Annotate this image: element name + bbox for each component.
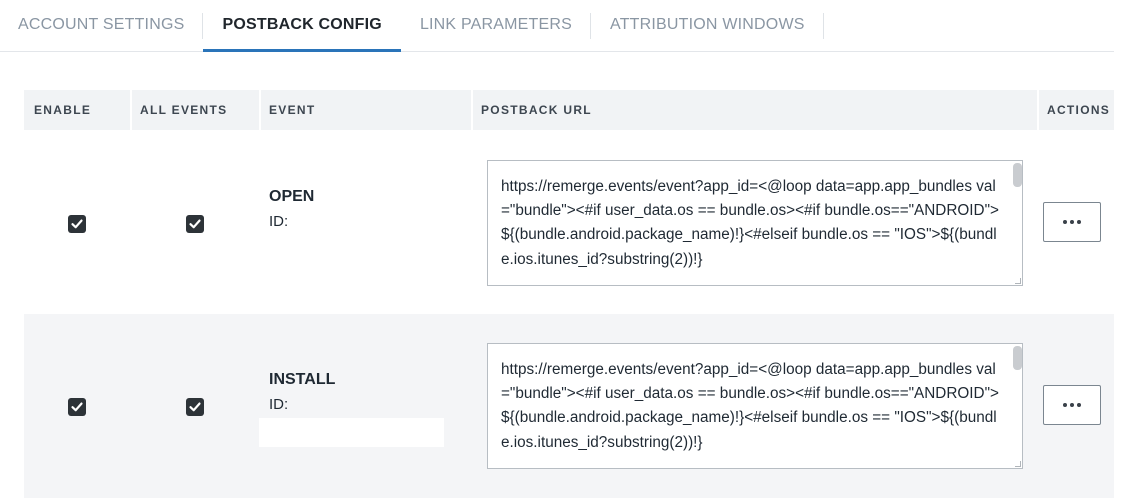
enable-cell	[24, 130, 130, 314]
postback-url-textarea[interactable]: https://remerge.events/event?app_id=<@lo…	[487, 343, 1023, 469]
enable-cell	[24, 314, 130, 498]
active-tab-indicator	[203, 49, 401, 52]
postback-url-textarea[interactable]: https://remerge.events/event?app_id=<@lo…	[487, 160, 1023, 286]
tab-link-parameters[interactable]: LINK PARAMETERS	[401, 0, 592, 52]
event-cell: OPEN ID:	[259, 130, 471, 314]
checkmark-icon	[189, 219, 201, 229]
postback-url-text: https://remerge.events/event?app_id=<@lo…	[501, 178, 999, 268]
tab-separator	[822, 13, 824, 39]
all-events-cell	[130, 130, 259, 314]
checkmark-icon	[71, 219, 83, 229]
table-row: OPEN ID: https://remerge.events/event?ap…	[24, 130, 1114, 314]
table-row: INSTALL ID: https://remerge.events/event…	[24, 314, 1114, 498]
event-id-label: ID:	[269, 396, 289, 413]
more-horizontal-icon	[1077, 403, 1081, 407]
header-enable: ENABLE	[34, 103, 92, 117]
event-id-field	[259, 418, 444, 447]
more-horizontal-icon	[1077, 220, 1081, 224]
event-name: INSTALL	[269, 371, 336, 388]
settings-tabs: ACCOUNT SETTINGS POSTBACK CONFIG LINK PA…	[0, 0, 1114, 52]
tab-label: ATTRIBUTION WINDOWS	[610, 16, 805, 33]
header-event: EVENT	[259, 90, 471, 130]
event-name: OPEN	[269, 188, 315, 205]
postback-table: ENABLE ALL EVENTS EVENT POSTBACK URL ACT…	[24, 90, 1114, 498]
postback-url-cell: https://remerge.events/event?app_id=<@lo…	[471, 130, 1037, 314]
checkmark-icon	[71, 402, 83, 412]
postback-url-text: https://remerge.events/event?app_id=<@lo…	[501, 361, 999, 451]
more-horizontal-icon	[1070, 220, 1074, 224]
actions-cell	[1037, 130, 1114, 314]
header-actions: ACTIONS	[1037, 90, 1114, 130]
enable-checkbox[interactable]	[68, 398, 86, 416]
row-actions-button[interactable]	[1043, 385, 1101, 425]
more-horizontal-icon	[1063, 220, 1067, 224]
textarea-scrollbar[interactable]	[1013, 346, 1022, 370]
more-horizontal-icon	[1063, 403, 1067, 407]
event-id-label: ID:	[269, 213, 289, 230]
checkmark-icon	[189, 402, 201, 412]
header-postback-url: POSTBACK URL	[471, 90, 1037, 130]
tab-postback-config[interactable]: POSTBACK CONFIG	[203, 0, 401, 52]
textarea-resize-handle[interactable]	[1015, 278, 1021, 284]
more-horizontal-icon	[1070, 403, 1074, 407]
postback-url-cell: https://remerge.events/event?app_id=<@lo…	[471, 314, 1037, 498]
tab-account-settings[interactable]: ACCOUNT SETTINGS	[0, 0, 204, 52]
textarea-resize-handle[interactable]	[1015, 461, 1021, 467]
tab-label: POSTBACK CONFIG	[222, 16, 382, 33]
table-header: ENABLE ALL EVENTS EVENT POSTBACK URL ACT…	[24, 90, 1114, 130]
header-all-events: ALL EVENTS	[130, 90, 259, 130]
row-actions-button[interactable]	[1043, 202, 1101, 242]
all-events-cell	[130, 314, 259, 498]
all-events-checkbox[interactable]	[186, 398, 204, 416]
enable-checkbox[interactable]	[68, 215, 86, 233]
event-cell: INSTALL ID:	[259, 314, 471, 498]
tab-attribution-windows[interactable]: ATTRIBUTION WINDOWS	[591, 0, 824, 52]
all-events-checkbox[interactable]	[186, 215, 204, 233]
tab-label: ACCOUNT SETTINGS	[18, 16, 185, 33]
actions-cell	[1037, 314, 1114, 498]
tab-label: LINK PARAMETERS	[419, 16, 573, 33]
textarea-scrollbar[interactable]	[1013, 163, 1022, 187]
